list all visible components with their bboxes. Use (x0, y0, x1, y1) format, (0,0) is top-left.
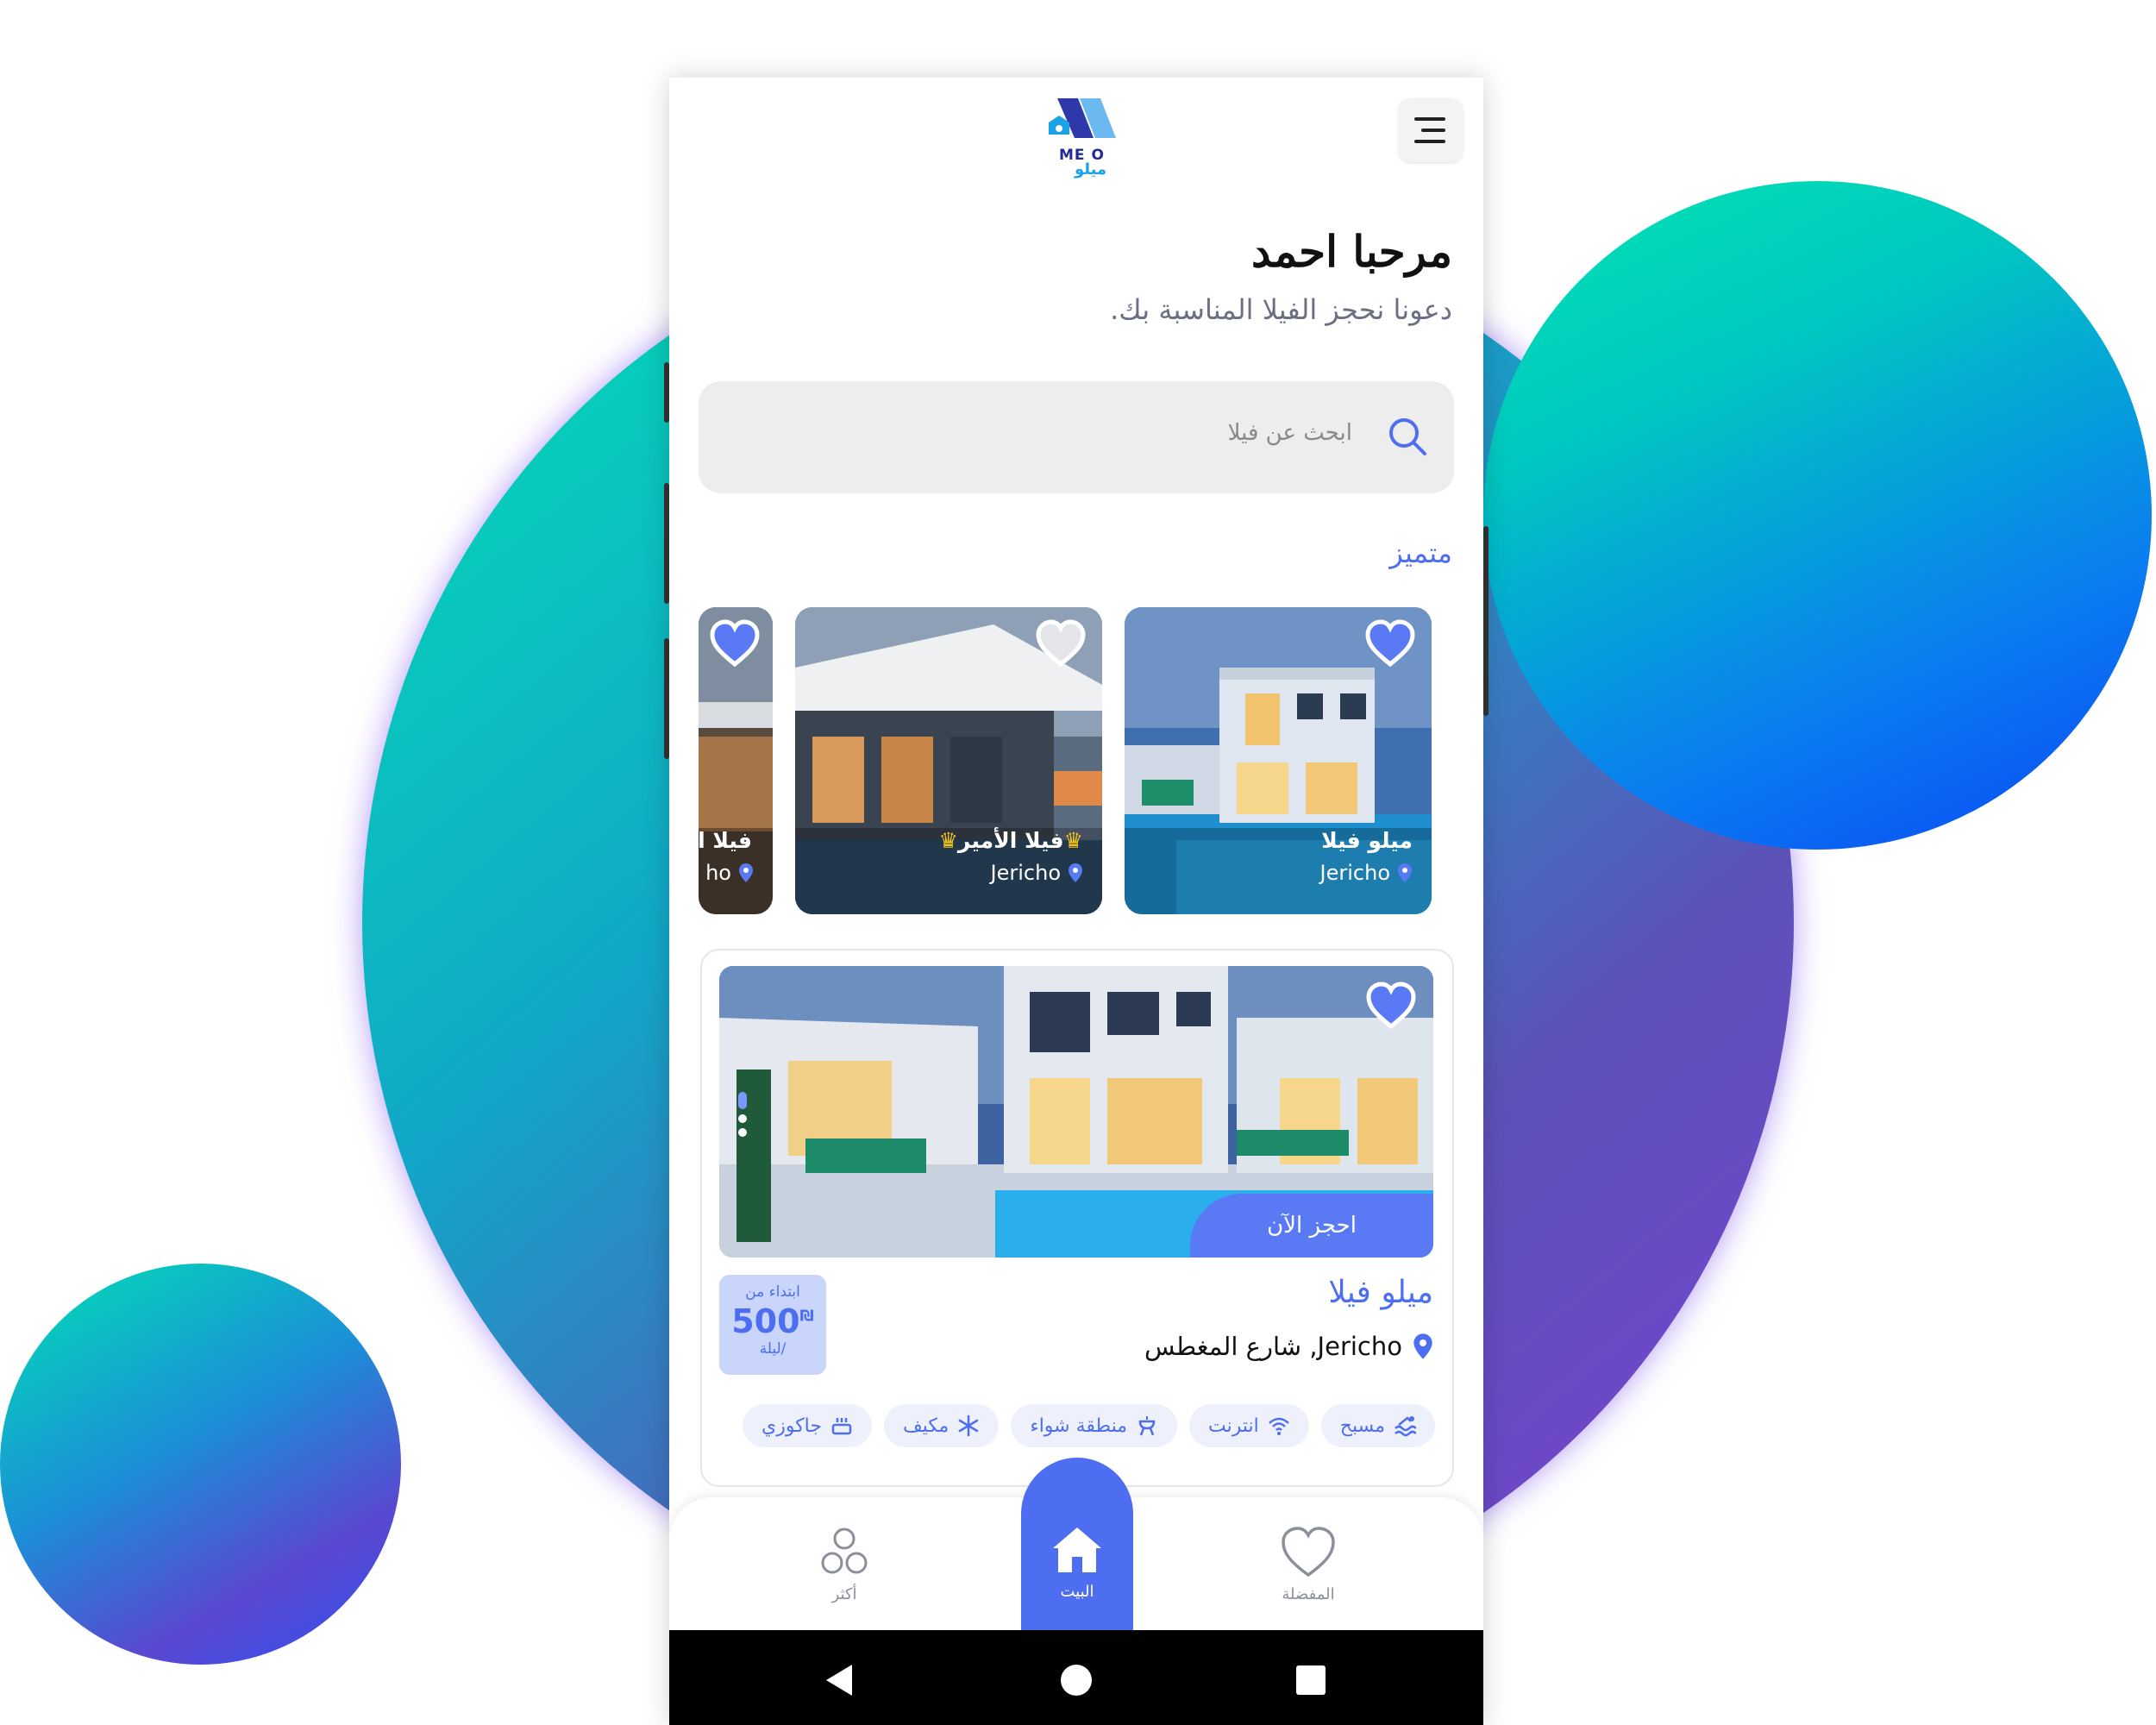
book-now-button[interactable]: احجز الآن (1190, 1194, 1433, 1258)
menu-icon (1414, 117, 1445, 121)
carousel-indicator (738, 1092, 747, 1137)
background-circle-right (1483, 181, 2152, 850)
villa-address: Jericho, شارع المغطس (1144, 1332, 1433, 1361)
location-pin-icon (1069, 863, 1082, 882)
nav-home-label: البيت (1060, 1582, 1094, 1601)
amenities-list: مسبح انترنت منطقة شواء مكيف جاكوزي (742, 1404, 1435, 1447)
nav-more[interactable]: أكثر (788, 1497, 900, 1630)
snowflake-icon (959, 1414, 979, 1437)
amenity-chip[interactable]: مسبح (1320, 1404, 1435, 1447)
villa-main-photo[interactable]: احجز الآن (719, 966, 1433, 1258)
villa-name: ميلو فيلا (1328, 1275, 1433, 1310)
featured-card-location: Jericho (991, 861, 1083, 885)
featured-card-name: ميلو فيلا (1321, 828, 1413, 853)
location-text: ho (705, 861, 731, 885)
nav-more-label: أكثر (831, 1584, 857, 1603)
home-icon (1053, 1527, 1101, 1572)
greeting-subtitle: دعونا نحجز الفيلا المناسبة بك. (1110, 293, 1452, 326)
bbq-icon (1138, 1416, 1156, 1436)
greeting-title: مرحبا احمد (1251, 226, 1452, 277)
featured-card[interactable]: ♛فيلا الأمير♛ Jericho (795, 607, 1102, 914)
pool-icon (1395, 1416, 1416, 1437)
carousel-dot (738, 1092, 747, 1109)
location-text: Jericho (1319, 861, 1390, 885)
crown-icon: ♛ (938, 828, 958, 853)
location-pin-icon (739, 863, 753, 882)
amenity-chip[interactable]: منطقة شواء (1011, 1404, 1177, 1447)
recents-square-icon[interactable] (1294, 1663, 1328, 1697)
location-pin-icon (1398, 863, 1412, 882)
bottom-navigation: المفضلة البيت أكثر (669, 1458, 1483, 1630)
favorite-heart-icon[interactable] (1364, 982, 1418, 1030)
background-circle-left (0, 1264, 401, 1665)
heart-icon (1282, 1526, 1335, 1577)
price-value: 500₪ (731, 1302, 814, 1340)
villa-listing-card[interactable]: احجز الآن ابتداء من 500₪ /ليلة ميلو فيلا… (700, 949, 1454, 1487)
crown-icon: ♛ (1063, 828, 1083, 853)
featured-card-location: Jericho (1320, 861, 1413, 885)
featured-card[interactable]: فيلا ا ho (699, 607, 773, 914)
search-icon (1389, 418, 1426, 455)
carousel-dot (738, 1128, 747, 1137)
nav-home[interactable]: البيت (1021, 1458, 1133, 1630)
currency-symbol: ₪ (799, 1307, 814, 1326)
price-badge: ابتداء من 500₪ /ليلة (719, 1275, 826, 1375)
phone-screen: ME O ميلو مرحبا احمد دعونا نحجز الفيلا ا… (669, 78, 1483, 1725)
featured-section-title: متميز (1389, 536, 1452, 569)
nav-favorites-label: المفضلة (1282, 1584, 1335, 1603)
featured-card-location: ho (705, 861, 754, 885)
address-text: Jericho, شارع المغطس (1144, 1332, 1402, 1361)
search-bar[interactable]: ابحث عن فيلا (699, 381, 1454, 493)
amenity-chip[interactable]: انترنت (1189, 1404, 1309, 1447)
phone-power-button (1483, 526, 1489, 716)
logo-text-ar: ميلو (1075, 160, 1107, 179)
system-navigation-bar (669, 1630, 1483, 1725)
home-circle-icon[interactable] (1059, 1663, 1094, 1697)
featured-card-name: ♛فيلا الأمير♛ (938, 828, 1083, 853)
search-input[interactable]: ابحث عن فيلا (1228, 420, 1352, 446)
featured-card[interactable]: ميلو فيلا Jericho (1125, 607, 1432, 914)
carousel-dot (738, 1114, 747, 1123)
wifi-icon (1268, 1417, 1289, 1435)
location-pin-icon (1413, 1333, 1432, 1359)
featured-card-name: فيلا ا (699, 828, 752, 853)
more-circles-icon (821, 1527, 868, 1573)
menu-button[interactable] (1399, 98, 1463, 162)
favorite-heart-icon[interactable] (1364, 619, 1416, 668)
location-text: Jericho (990, 861, 1061, 885)
amenity-chip[interactable]: جاكوزي (742, 1404, 872, 1447)
amenity-chip[interactable]: مكيف (883, 1404, 1000, 1447)
nav-favorites[interactable]: المفضلة (1252, 1497, 1364, 1630)
favorite-heart-icon[interactable] (709, 619, 761, 668)
price-from-label: ابتداء من (745, 1283, 800, 1301)
back-icon[interactable] (823, 1663, 857, 1697)
favorite-heart-icon[interactable] (1035, 619, 1087, 668)
price-unit: /ليلة (759, 1340, 787, 1358)
jacuzzi-icon (831, 1418, 852, 1435)
